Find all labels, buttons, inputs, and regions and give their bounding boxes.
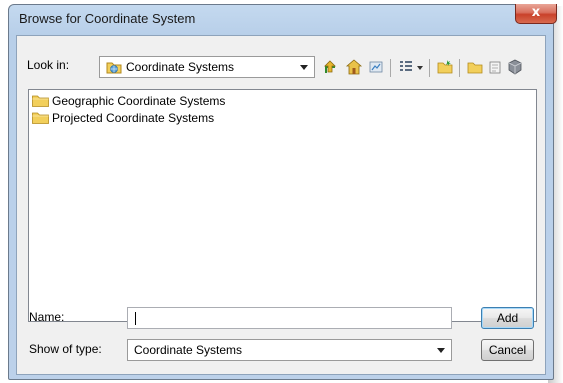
catalog-options-icon[interactable] <box>506 58 524 76</box>
folder-icon <box>32 112 49 124</box>
dialog-client-area: Look in: Coordinate Systems Geographic C… <box>16 35 546 375</box>
file-list[interactable]: Geographic Coordinate Systems Projected … <box>28 89 537 322</box>
up-one-level-icon[interactable] <box>323 58 341 76</box>
look-in-label: Look in: <box>27 58 70 72</box>
toolbar-separator <box>459 59 460 77</box>
view-dropdown-icon[interactable] <box>415 58 425 76</box>
browse-dialog: Browse for Coordinate System x Look in: … <box>8 4 557 380</box>
coordinate-folder-icon <box>106 62 122 74</box>
folder-icon <box>32 95 49 107</box>
name-field[interactable] <box>127 307 452 329</box>
chevron-down-icon <box>437 348 445 353</box>
toolbar-separator <box>429 59 430 77</box>
list-item-label: Projected Coordinate Systems <box>52 111 215 125</box>
show-of-type-combo[interactable]: Coordinate Systems <box>127 339 452 361</box>
show-of-type-label: Show of type: <box>29 342 102 356</box>
home-icon[interactable] <box>345 58 363 76</box>
add-button[interactable]: Add <box>481 307 534 329</box>
view-options-icon[interactable] <box>397 58 415 76</box>
close-icon: x <box>531 5 541 20</box>
folder-icon[interactable] <box>466 58 484 76</box>
new-item-icon[interactable] <box>486 58 504 76</box>
new-folder-icon[interactable] <box>436 58 454 76</box>
show-of-type-value: Coordinate Systems <box>134 343 243 357</box>
look-in-combo[interactable]: Coordinate Systems <box>99 56 315 78</box>
connect-folder-icon[interactable] <box>367 58 385 76</box>
list-item-label: Geographic Coordinate Systems <box>52 94 226 108</box>
close-button[interactable]: x <box>515 4 557 24</box>
name-label: Name: <box>29 310 65 324</box>
window-title: Browse for Coordinate System <box>19 11 196 26</box>
toolbar-separator <box>390 59 391 77</box>
look-in-value: Coordinate Systems <box>126 60 235 74</box>
chevron-down-icon <box>300 65 308 70</box>
cancel-button[interactable]: Cancel <box>481 339 534 361</box>
text-caret <box>135 312 136 325</box>
